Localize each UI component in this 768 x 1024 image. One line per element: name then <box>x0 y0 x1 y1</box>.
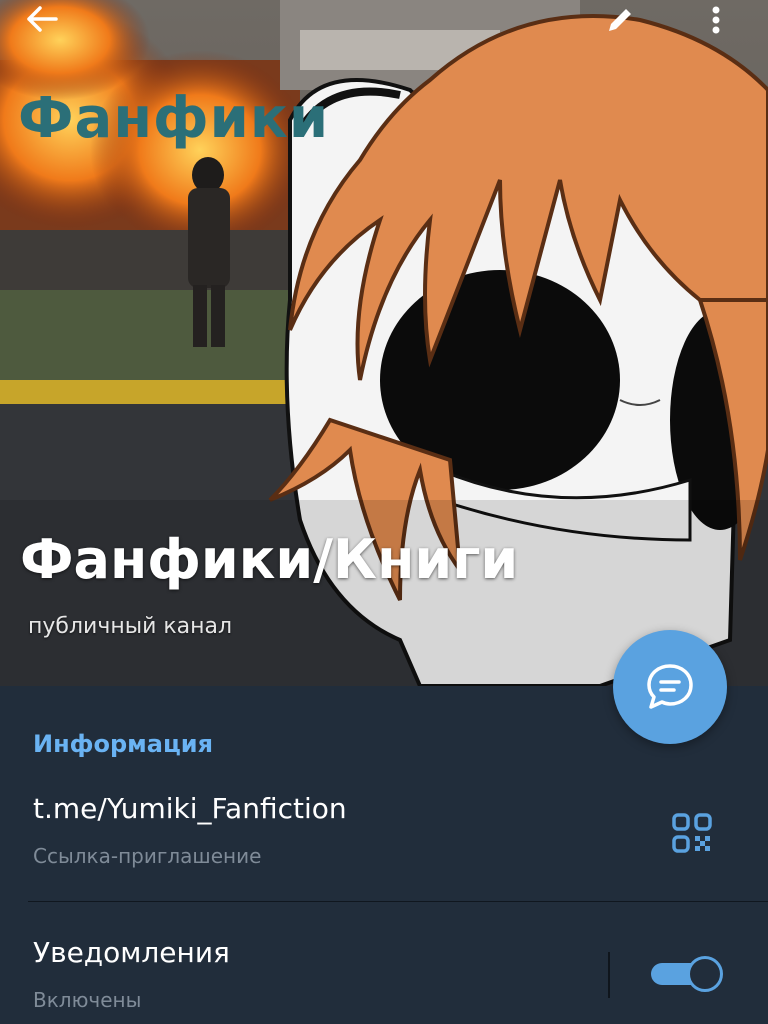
image-overlay-title: Фанфики <box>18 86 330 151</box>
invite-link[interactable]: t.me/Yumiki_Fanfiction <box>33 792 347 825</box>
back-button[interactable] <box>12 0 72 40</box>
toggle-knob <box>687 956 723 992</box>
notifications-status: Включены <box>33 988 142 1012</box>
qr-code-button[interactable] <box>664 805 720 861</box>
notifications-title[interactable]: Уведомления <box>33 936 230 969</box>
open-chat-button[interactable] <box>613 630 727 744</box>
section-divider <box>28 901 768 902</box>
chat-bubble-icon <box>647 664 693 709</box>
notifications-toggle[interactable] <box>651 955 723 992</box>
vertical-separator <box>608 952 610 998</box>
qr-code-icon <box>672 813 712 853</box>
info-section-title: Информация <box>33 730 213 758</box>
invite-link-caption: Ссылка-приглашение <box>33 844 262 868</box>
more-options-button[interactable] <box>686 0 746 40</box>
arrow-left-icon <box>27 6 58 32</box>
channel-type: публичный канал <box>28 614 233 639</box>
channel-name: Фанфики/Книги <box>20 528 519 591</box>
more-vertical-icon <box>712 6 720 34</box>
pencil-icon <box>609 9 631 31</box>
profile-header: Фанфики Фанфики/Книги публичный канал <box>0 0 768 686</box>
edit-button[interactable] <box>590 0 650 40</box>
